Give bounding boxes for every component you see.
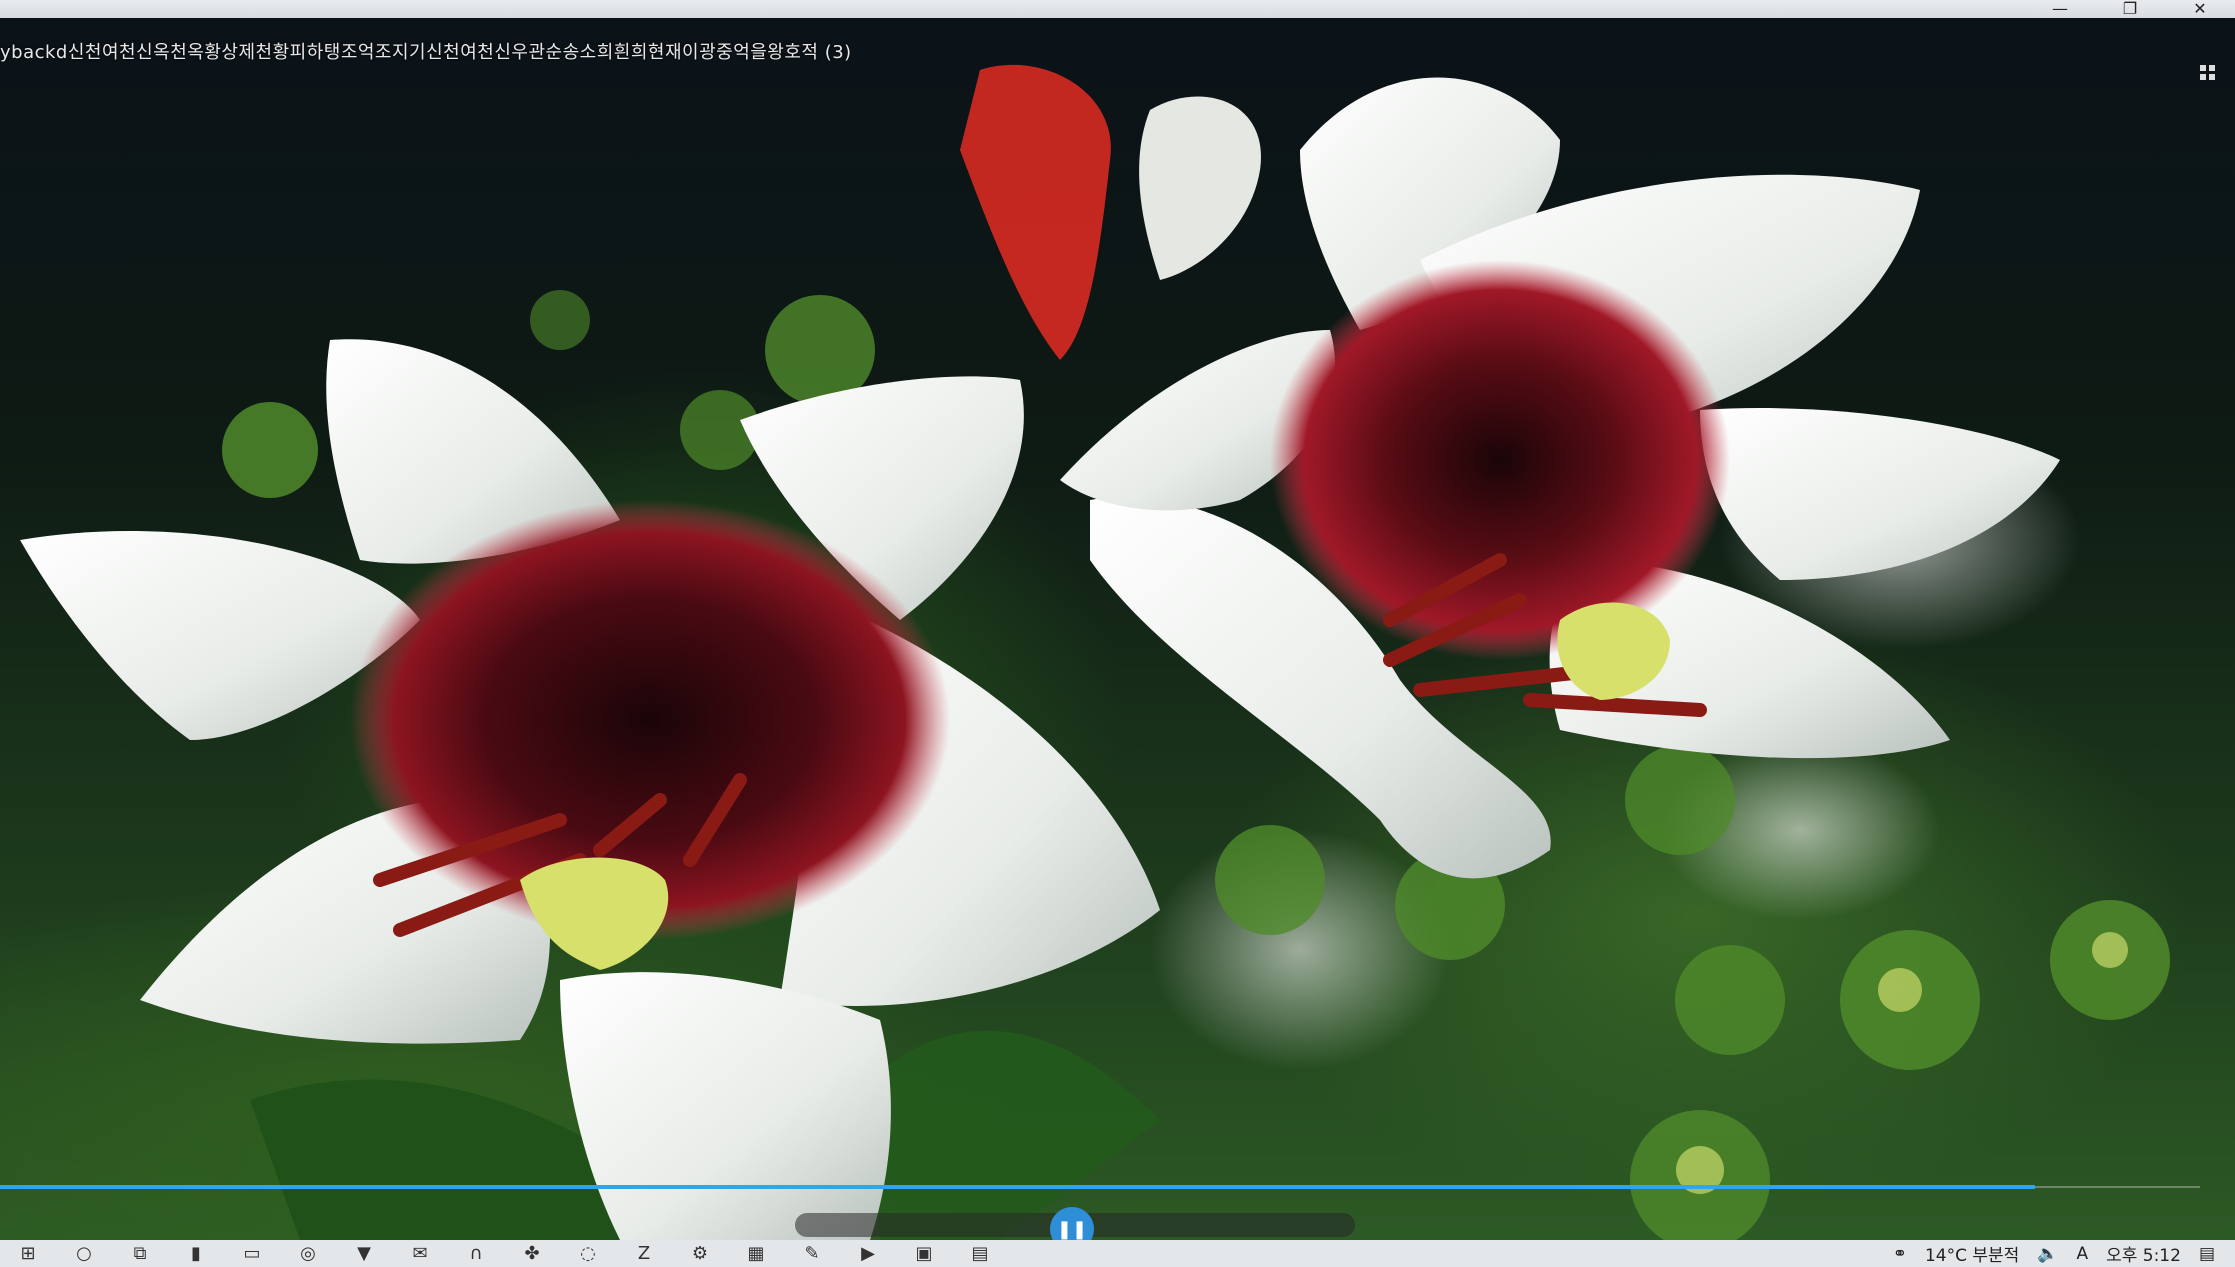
file-explorer-icon[interactable]: ▭ xyxy=(224,1240,280,1267)
video-frame[interactable]: ybackd신천여천신옥천옥황상제천황피하탱조억조지기신천여천신우관순송소희흰희… xyxy=(0,18,2235,1240)
player-controls: ❚❚ xyxy=(795,1207,1355,1251)
filezilla-icon[interactable]: Z xyxy=(616,1240,672,1267)
window-title-bar: — ❐ ✕ xyxy=(0,0,2235,18)
paint-icon[interactable]: ✎ xyxy=(784,1240,840,1267)
clock[interactable]: 오후 5:12 xyxy=(2106,1241,2181,1266)
grid-menu-icon[interactable] xyxy=(2199,64,2217,82)
edge-icon[interactable]: ◎ xyxy=(280,1240,336,1267)
language-indicator[interactable]: A xyxy=(2076,1244,2088,1264)
notification-icon[interactable]: ▤ xyxy=(2199,1244,2215,1264)
seek-progress-fill xyxy=(0,1185,2035,1189)
close-button[interactable]: ✕ xyxy=(2185,0,2215,18)
system-tray: ⚭ 14°C 부분적 🔈 A 오후 5:12 ▤ xyxy=(1893,1240,2235,1267)
restore-button[interactable]: ❐ xyxy=(2115,0,2145,18)
office-icon[interactable]: ▮ xyxy=(168,1240,224,1267)
media-icon[interactable]: ▶ xyxy=(840,1240,896,1267)
screen: — ❐ ✕ ybackd신천여천신옥천옥황상제천황피하탱조억조지기신천여천신우관… xyxy=(0,0,2235,1267)
taskbar: ⊞ ○ ⧉ ▮ ▭ ◎ ▼ ✉ ∩ ✤ ◌ Z ⚙ ▦ ✎ ▶ ▣ ▤ ⚭ 14°C 부분적 🔈 A 오후 5:1… xyxy=(0,1240,2235,1267)
search-icon[interactable]: ○ xyxy=(56,1240,112,1267)
lily-flowers-image xyxy=(20,64,2170,1240)
minimize-button[interactable]: — xyxy=(2045,0,2075,18)
mcafee-icon[interactable]: ▼ xyxy=(336,1240,392,1267)
pause-icon: ❚❚ xyxy=(1056,1218,1088,1240)
volume-icon[interactable]: 🔈 xyxy=(2037,1244,2058,1264)
taskbar-apps: ⊞ ○ ⧉ ▮ ▭ ◎ ▼ ✉ ∩ ✤ ◌ Z ⚙ ▦ ✎ ▶ ▣ ▤ xyxy=(0,1240,1008,1267)
task-view-icon[interactable]: ⧉ xyxy=(112,1240,168,1267)
settings-icon[interactable]: ⚙ xyxy=(672,1240,728,1267)
network-icon[interactable]: ⚭ xyxy=(1893,1244,1907,1264)
puzzle-icon[interactable]: ✤ xyxy=(504,1240,560,1267)
headset-icon[interactable]: ∩ xyxy=(448,1240,504,1267)
mail-icon[interactable]: ✉ xyxy=(392,1240,448,1267)
chat-icon[interactable]: ◌ xyxy=(560,1240,616,1267)
video-title: ybackd신천여천신옥천옥황상제천황피하탱조억조지기신천여천신우관순송소희흰희… xyxy=(0,42,852,63)
window-controls: — ❐ ✕ xyxy=(2045,0,2215,18)
photo-icon[interactable]: ▣ xyxy=(896,1240,952,1267)
weather-status[interactable]: 14°C 부분적 xyxy=(1925,1241,2019,1266)
seek-bar[interactable] xyxy=(0,1184,2235,1190)
chart-app-icon[interactable]: ▦ xyxy=(728,1240,784,1267)
windows-start-icon[interactable]: ⊞ xyxy=(0,1240,56,1267)
video-app-icon[interactable]: ▤ xyxy=(952,1240,1008,1267)
